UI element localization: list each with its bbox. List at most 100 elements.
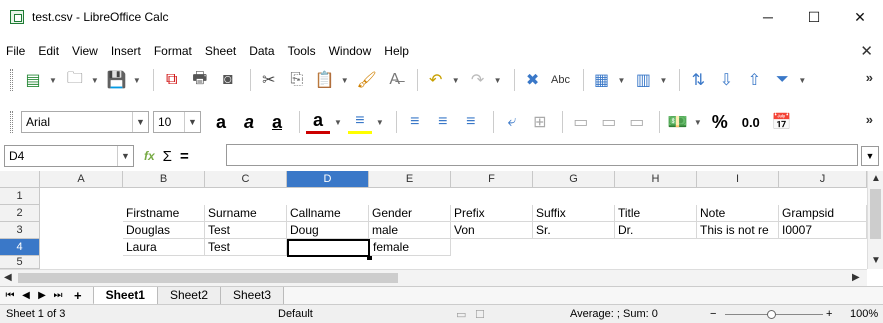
find-replace-icon[interactable]: ✖: [521, 68, 545, 92]
cell-e3[interactable]: male: [369, 222, 451, 239]
number-format-icon[interactable]: 0.0: [736, 110, 766, 134]
close-window-button[interactable]: ✕: [837, 0, 883, 34]
cell-f3[interactable]: Von: [451, 222, 533, 239]
sheet-tab-2[interactable]: Sheet2: [156, 286, 221, 305]
row-header-2[interactable]: 2: [0, 205, 40, 222]
name-box[interactable]: D4 ▼: [4, 145, 134, 167]
menu-file[interactable]: File: [6, 44, 25, 58]
zoom-in-icon[interactable]: +: [826, 308, 832, 320]
menu-edit[interactable]: Edit: [38, 44, 59, 58]
cell-h3[interactable]: Dr.: [615, 222, 697, 239]
column-header-g[interactable]: G: [533, 171, 615, 188]
print-icon[interactable]: 🖶: [188, 68, 212, 92]
bold-icon[interactable]: a: [209, 110, 233, 134]
wrap-text-icon[interactable]: ⤶: [500, 110, 524, 134]
cell-c4[interactable]: Test: [205, 239, 287, 256]
selection-mode-icon[interactable]: ▭: [456, 308, 466, 321]
align-center-icon[interactable]: ≡: [431, 110, 455, 134]
cell-j3[interactable]: I0007: [779, 222, 867, 239]
align-middle-icon[interactable]: ▭: [597, 110, 621, 134]
zoom-level[interactable]: 100%: [850, 308, 878, 320]
column-header-f[interactable]: F: [451, 171, 533, 188]
cell-g3[interactable]: Sr.: [533, 222, 615, 239]
sum-icon[interactable]: Σ: [163, 148, 172, 165]
cell-d3[interactable]: Doug: [287, 222, 369, 239]
page-style[interactable]: Default: [278, 308, 313, 320]
function-wizard-icon[interactable]: fx: [144, 149, 155, 163]
column-dropdown-icon[interactable]: ▼: [659, 76, 667, 85]
row-header-5[interactable]: 5: [0, 256, 40, 269]
toolbar-overflow-icon[interactable]: »: [866, 70, 873, 85]
horizontal-scrollbar[interactable]: ◀ ▶: [0, 269, 867, 286]
cell-i3[interactable]: This is not re: [697, 222, 779, 239]
font-size-box[interactable]: 10 ▼: [153, 111, 201, 133]
scroll-up-icon[interactable]: ▲: [871, 173, 881, 184]
row-icon[interactable]: ▦: [590, 68, 614, 92]
cell-e2[interactable]: Gender: [369, 205, 451, 222]
expand-formula-bar-icon[interactable]: ▼: [861, 146, 879, 166]
font-size-dropdown-icon[interactable]: ▼: [184, 112, 200, 132]
currency-dropdown-icon[interactable]: ▼: [694, 118, 702, 127]
save-dropdown-icon[interactable]: ▼: [133, 76, 141, 85]
sheet-tab-3[interactable]: Sheet3: [220, 286, 285, 305]
cell-f2[interactable]: Prefix: [451, 205, 533, 222]
add-sheet-icon[interactable]: +: [74, 288, 82, 303]
menu-help[interactable]: Help: [384, 44, 409, 58]
cell-i2[interactable]: Note: [697, 205, 779, 222]
column-header-a[interactable]: A: [40, 171, 123, 188]
sort-ascending-icon[interactable]: ⇩: [714, 68, 738, 92]
font-name-box[interactable]: Arial ▼: [21, 111, 149, 133]
highlight-dropdown-icon[interactable]: ▼: [376, 118, 384, 127]
undo-dropdown-icon[interactable]: ▼: [452, 76, 460, 85]
font-color-dropdown-icon[interactable]: ▼: [334, 118, 342, 127]
save-icon[interactable]: 💾: [105, 68, 129, 92]
cell-b2[interactable]: Firstname: [123, 205, 205, 222]
formula-icon[interactable]: =: [180, 148, 189, 165]
row-header-3[interactable]: 3: [0, 222, 40, 239]
autofilter-dropdown-icon[interactable]: ▼: [798, 76, 806, 85]
vertical-scrollbar[interactable]: ▲ ▼: [867, 171, 883, 269]
menu-data[interactable]: Data: [249, 44, 274, 58]
column-header-h[interactable]: H: [615, 171, 697, 188]
copy-icon[interactable]: ⎘: [285, 68, 309, 92]
column-header-i[interactable]: I: [697, 171, 779, 188]
menu-tools[interactable]: Tools: [288, 44, 316, 58]
align-top-icon[interactable]: ▭: [569, 110, 593, 134]
row-header-4[interactable]: 4: [0, 239, 40, 256]
horizontal-scroll-thumb[interactable]: [18, 273, 398, 283]
sheet-tab-1[interactable]: Sheet1: [92, 286, 158, 305]
cut-icon[interactable]: ✂: [257, 68, 281, 92]
align-right-icon[interactable]: ≡: [459, 110, 483, 134]
currency-format-icon[interactable]: 💵: [666, 110, 690, 134]
cell-d2[interactable]: Callname: [287, 205, 369, 222]
sum-aggregate[interactable]: Average: ; Sum: 0: [570, 308, 658, 320]
name-box-dropdown-icon[interactable]: ▼: [117, 146, 133, 166]
zoom-out-icon[interactable]: −: [710, 308, 716, 320]
autofilter-icon[interactable]: ⏷: [770, 68, 794, 92]
sort-icon[interactable]: ⇅: [686, 68, 710, 92]
paste-dropdown-icon[interactable]: ▼: [341, 76, 349, 85]
cell-b3[interactable]: Douglas: [123, 222, 205, 239]
merge-cells-icon[interactable]: ⊞: [528, 110, 552, 134]
italic-icon[interactable]: a: [237, 110, 261, 134]
underline-icon[interactable]: a: [265, 110, 289, 134]
spelling-icon[interactable]: Abc: [549, 68, 573, 92]
align-bottom-icon[interactable]: ▭: [625, 110, 649, 134]
toolbar-overflow-icon[interactable]: »: [866, 112, 873, 127]
column-icon[interactable]: ▥: [631, 68, 655, 92]
cell-c2[interactable]: Surname: [205, 205, 287, 222]
first-sheet-icon[interactable]: ⏮: [4, 290, 16, 301]
undo-icon[interactable]: ↶: [424, 68, 448, 92]
redo-icon[interactable]: ↷: [466, 68, 490, 92]
cell-c3[interactable]: Test: [205, 222, 287, 239]
font-name-dropdown-icon[interactable]: ▼: [132, 112, 148, 132]
clear-formatting-icon[interactable]: A̶: [383, 68, 407, 92]
cell-g2[interactable]: Suffix: [533, 205, 615, 222]
vertical-scroll-thumb[interactable]: [870, 189, 881, 239]
menu-sheet[interactable]: Sheet: [205, 44, 236, 58]
new-document-icon[interactable]: ▤: [21, 68, 45, 92]
menu-view[interactable]: View: [72, 44, 98, 58]
scroll-left-icon[interactable]: ◀: [4, 272, 12, 283]
column-header-b[interactable]: B: [123, 171, 205, 188]
open-folder-icon[interactable]: 🗀: [63, 68, 87, 92]
